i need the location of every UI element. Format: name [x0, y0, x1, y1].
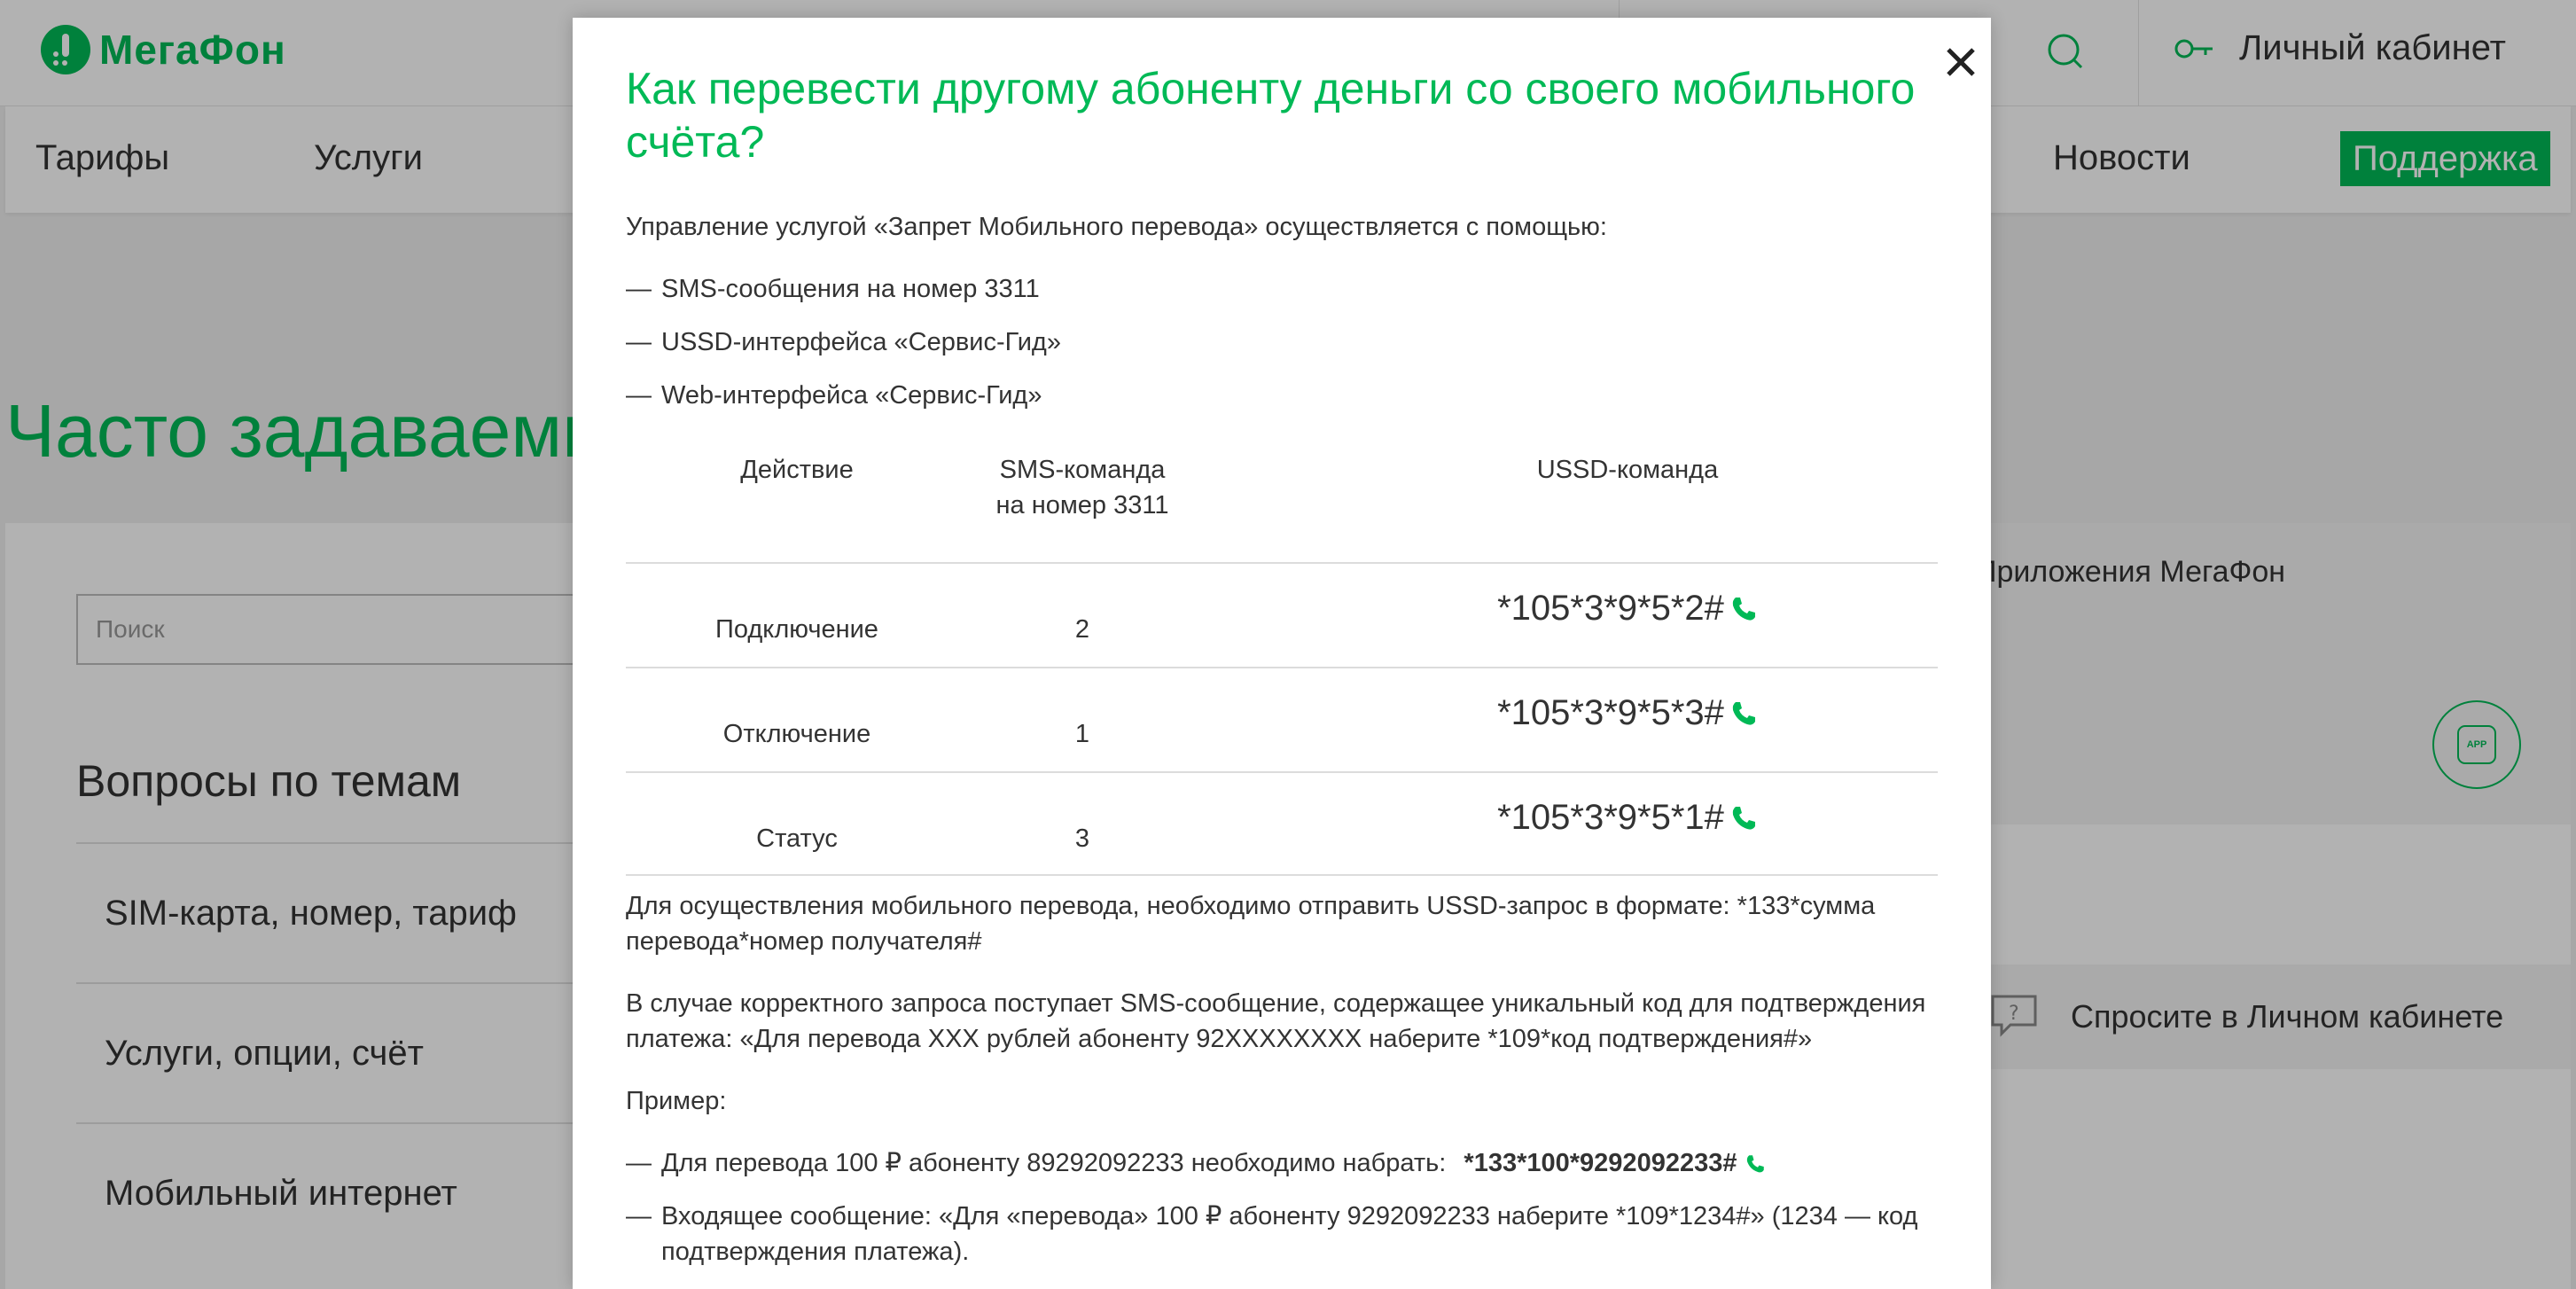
list-item: — Web-интерфейса «Сервис-Гид» [626, 378, 1042, 413]
cell-ussd[interactable]: *105*3*9*5*1# [1193, 798, 1991, 838]
example-label: Пример: [626, 1087, 727, 1115]
example-text: Для перевода 100 ₽ абоненту 89292092233 … [661, 1149, 1447, 1177]
cell-ussd[interactable]: *105*3*9*5*2# [1193, 589, 1991, 629]
close-icon [1947, 48, 1975, 76]
list-item-text: Web-интерфейса «Сервис-Гид» [661, 381, 1042, 410]
cell-action: Отключение [722, 720, 871, 748]
table-header-action: Действие [740, 456, 854, 484]
cell-sms: 3 [1074, 824, 1090, 853]
table-header-sms-line2: на номер 3311 [995, 491, 1169, 520]
list-item-text: SMS-сообщения на номер 3311 [661, 275, 1040, 303]
table-header-sms-line1: SMS-команда [999, 456, 1166, 484]
table-row: Подключение 2 *105*3*9*5*2# [626, 562, 1938, 667]
phone-icon [1732, 597, 1755, 621]
phone-icon [1746, 1155, 1764, 1173]
confirmation-text: В случае корректного запроса поступает S… [626, 989, 1926, 1053]
example-text: Входящее сообщение: «Для «перевода» 100 … [661, 1202, 1918, 1266]
modal-title: Как перевести другому абоненту деньги со… [626, 64, 1916, 167]
ussd-code: *105*3*9*5*2# [1497, 589, 1724, 628]
cell-action: Подключение [715, 615, 878, 644]
intro-text: Управление услугой «Запрет Мобильного пе… [626, 213, 1607, 241]
list-item: — USSD-интерфейса «Сервис-Гид» [626, 324, 1061, 360]
list-item: — SMS-сообщения на номер 3311 [626, 271, 1040, 307]
faq-answer-modal: Как перевести другому абоненту деньги со… [573, 18, 1991, 1289]
example-item: — Входящее сообщение: «Для «перевода» 10… [626, 1199, 1938, 1269]
cell-action: Статус [756, 824, 838, 853]
phone-icon [1732, 701, 1755, 725]
example-item: — Для перевода 100 ₽ абоненту 8929209223… [626, 1145, 1938, 1181]
table-header-sms: SMS-команда на номер 3311 [972, 452, 1193, 523]
ussd-code: *105*3*9*5*1# [1497, 798, 1724, 837]
ussd-code: *105*3*9*5*3# [1497, 693, 1724, 732]
cell-ussd[interactable]: *105*3*9*5*3# [1193, 693, 1991, 733]
table-header-ussd: USSD-команда [1536, 456, 1719, 484]
table-row: Отключение 1 *105*3*9*5*3# [626, 667, 1938, 771]
cell-sms: 1 [1074, 720, 1090, 748]
list-item-text: USSD-интерфейса «Сервис-Гид» [661, 328, 1061, 356]
cell-sms: 2 [1074, 615, 1090, 644]
close-button[interactable] [1936, 37, 1986, 87]
transfer-format-text: Для осуществления мобильного перевода, н… [626, 892, 1876, 956]
table-row: Статус 3 *105*3*9*5*1# [626, 771, 1938, 876]
phone-icon [1732, 806, 1755, 830]
example-code[interactable]: *133*100*9292092233# [1464, 1149, 1737, 1177]
